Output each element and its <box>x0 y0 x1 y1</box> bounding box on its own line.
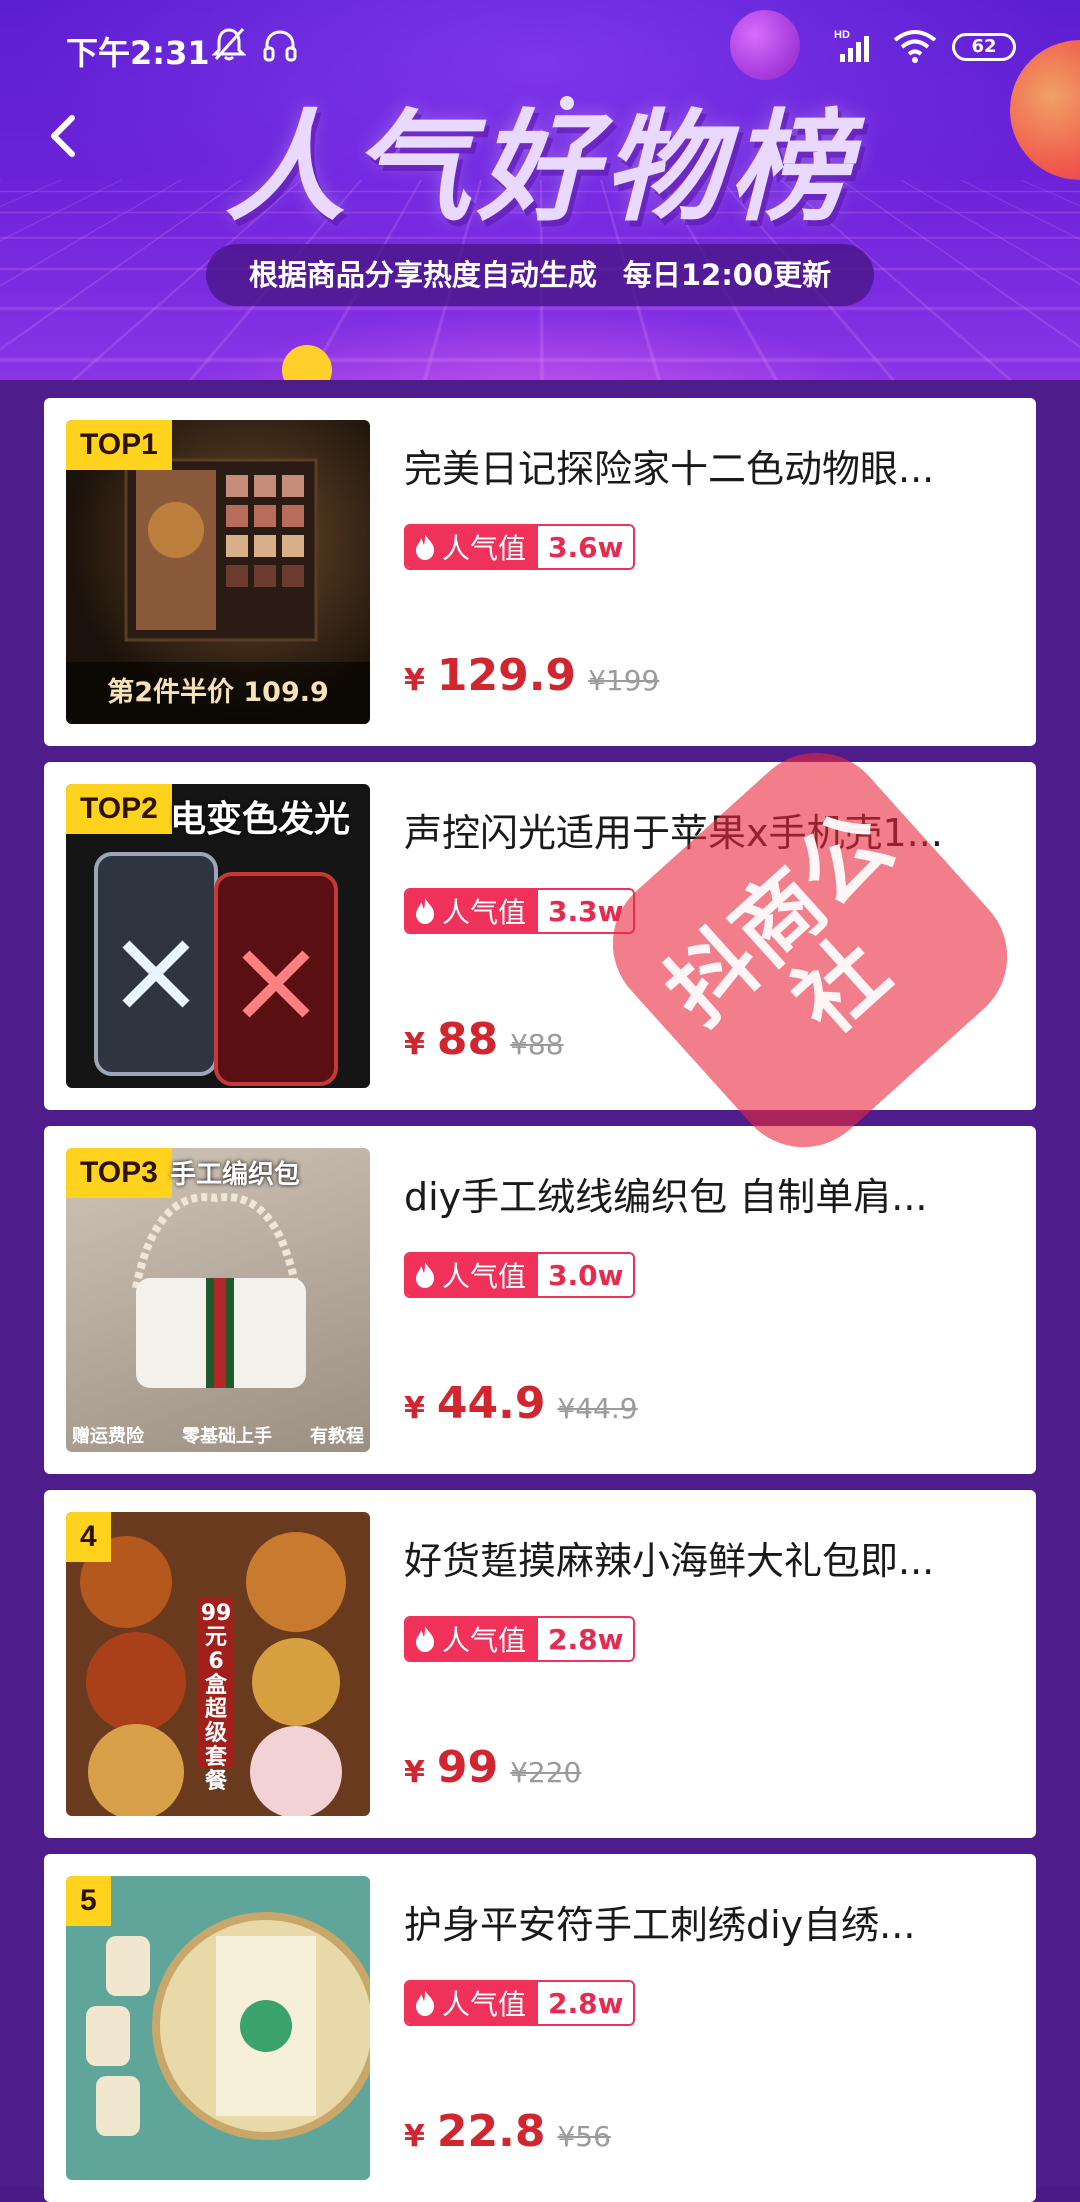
popularity-value: 2.8w <box>538 1618 633 1660</box>
product-title[interactable]: 好货踅摸麻辣小海鲜大礼包即... <box>404 1530 1004 1585</box>
original-price: ¥88 <box>510 1028 563 1061</box>
product-thumbnail[interactable]: TOP2 电变色发光 <box>66 784 370 1088</box>
popularity-label-box: 人气值 <box>406 1254 538 1296</box>
original-price: ¥56 <box>557 2120 610 2153</box>
thumbnail-headline: 手工编织包 <box>170 1154 300 1191</box>
thumbnail-promo-caption: 第2件半价 109.9 <box>66 662 370 724</box>
popularity-label-box: 人气值 <box>406 890 538 932</box>
popularity-label-box: 人气值 <box>406 1618 538 1660</box>
popularity-label: 人气值 <box>442 527 526 567</box>
page-title: 人气好物榜 <box>0 70 1080 244</box>
product-thumbnail[interactable]: TOP1 第2件半价 109.9 <box>66 420 370 724</box>
flame-icon <box>414 1989 436 2017</box>
popularity-label: 人气值 <box>442 891 526 931</box>
header-banner: 下午2:31 HD 62 人气好物榜 根据商品分享热度自动生成 每日12:00更… <box>0 0 1080 380</box>
popularity-value: 2.8w <box>538 1982 633 2024</box>
headset-icon <box>262 28 298 64</box>
currency-symbol: ¥ <box>404 1391 425 1426</box>
rank-badge: TOP3 <box>66 1148 172 1198</box>
rank-badge: TOP2 <box>66 784 172 834</box>
current-price: 129.9 <box>437 650 576 701</box>
thumbnail-features: 赠运费险 零基础上手 有教程 <box>72 1422 364 1448</box>
current-price: 99 <box>437 1742 498 1793</box>
current-price: 44.9 <box>437 1378 546 1429</box>
flame-icon <box>414 897 436 925</box>
subtitle-text: 根据商品分享热度自动生成 <box>249 258 597 292</box>
currency-symbol: ¥ <box>404 1027 425 1062</box>
popularity-badge: 人气值 3.6w <box>404 524 635 570</box>
product-title[interactable]: 护身平安符手工刺绣diy自绣... <box>404 1894 1004 1949</box>
currency-symbol: ¥ <box>404 2119 425 2154</box>
popularity-label-box: 人气值 <box>406 526 538 568</box>
popularity-label-box: 人气值 <box>406 1982 538 2024</box>
flame-icon <box>414 1261 436 1289</box>
product-card[interactable]: 4 99元6盒超级套餐 好货踅摸麻辣小海鲜大礼包即... 人气值 2.8w ¥ … <box>44 1490 1036 1838</box>
price-row: ¥ 88 ¥88 <box>404 1014 564 1065</box>
current-price: 22.8 <box>437 2106 546 2157</box>
embroidery-kit-image <box>66 1876 370 2180</box>
product-thumbnail[interactable]: 4 99元6盒超级套餐 <box>66 1512 370 1816</box>
network-label: HD <box>834 29 850 41</box>
popularity-badge: 人气值 3.0w <box>404 1252 635 1298</box>
update-time-text: 每日12:00更新 <box>623 258 831 292</box>
price-row: ¥ 99 ¥220 <box>404 1742 581 1793</box>
rank-badge: TOP1 <box>66 420 172 470</box>
popularity-badge: 人气值 2.8w <box>404 1616 635 1662</box>
status-time: 下午2:31 <box>66 28 210 74</box>
rank-badge: 4 <box>66 1512 111 1562</box>
currency-symbol: ¥ <box>404 663 425 698</box>
popularity-label: 人气值 <box>442 1255 526 1295</box>
feature-text: 有教程 <box>310 1422 364 1448</box>
flame-icon <box>414 533 436 561</box>
popularity-value: 3.0w <box>538 1254 633 1296</box>
product-title[interactable]: diy手工绒线编织包 自制单肩... <box>404 1166 1004 1221</box>
feature-text: 赠运费险 <box>72 1422 144 1448</box>
bell-mute-icon <box>212 26 246 62</box>
battery-indicator: 62 <box>952 33 1016 61</box>
rank-badge: 5 <box>66 1876 111 1926</box>
product-title[interactable]: 完美日记探险家十二色动物眼... <box>404 438 1004 493</box>
price-row: ¥ 44.9 ¥44.9 <box>404 1378 638 1429</box>
product-card[interactable]: TOP3 手工编织包 赠运费险 零基础上手 有教程 diy手工绒线编织包 自制单… <box>44 1126 1036 1474</box>
product-thumbnail[interactable]: 5 <box>66 1876 370 2180</box>
wifi-icon <box>892 28 938 64</box>
signal-icon: HD <box>834 28 878 64</box>
product-card[interactable]: TOP1 第2件半价 109.9 完美日记探险家十二色动物眼... 人气值 3.… <box>44 398 1036 746</box>
feature-text: 零基础上手 <box>182 1422 272 1448</box>
product-thumbnail[interactable]: TOP3 手工编织包 赠运费险 零基础上手 有教程 <box>66 1148 370 1452</box>
product-card[interactable]: 5 护身平安符手工刺绣diy自绣... 人气值 2.8w ¥ 22.8 ¥56 <box>44 1854 1036 2202</box>
update-info-pill: 根据商品分享热度自动生成 每日12:00更新 <box>206 244 874 306</box>
ranking-list: TOP1 第2件半价 109.9 完美日记探险家十二色动物眼... 人气值 3.… <box>0 380 1080 2187</box>
popularity-badge: 人气值 2.8w <box>404 1980 635 2026</box>
original-price: ¥44.9 <box>557 1392 637 1425</box>
popularity-value: 3.6w <box>538 526 633 568</box>
original-price: ¥199 <box>588 664 659 697</box>
popularity-badge: 人气值 3.3w <box>404 888 635 934</box>
price-row: ¥ 129.9 ¥199 <box>404 650 659 701</box>
thumbnail-headline: 电变色发光 <box>170 790 350 842</box>
flame-icon <box>414 1625 436 1653</box>
current-price: 88 <box>437 1014 498 1065</box>
popularity-label: 人气值 <box>442 1619 526 1659</box>
thumbnail-promo-tag: 99元6盒超级套餐 <box>198 1598 234 1768</box>
price-row: ¥ 22.8 ¥56 <box>404 2106 611 2157</box>
popularity-label: 人气值 <box>442 1983 526 2023</box>
currency-symbol: ¥ <box>404 1755 425 1790</box>
original-price: ¥220 <box>510 1756 581 1789</box>
